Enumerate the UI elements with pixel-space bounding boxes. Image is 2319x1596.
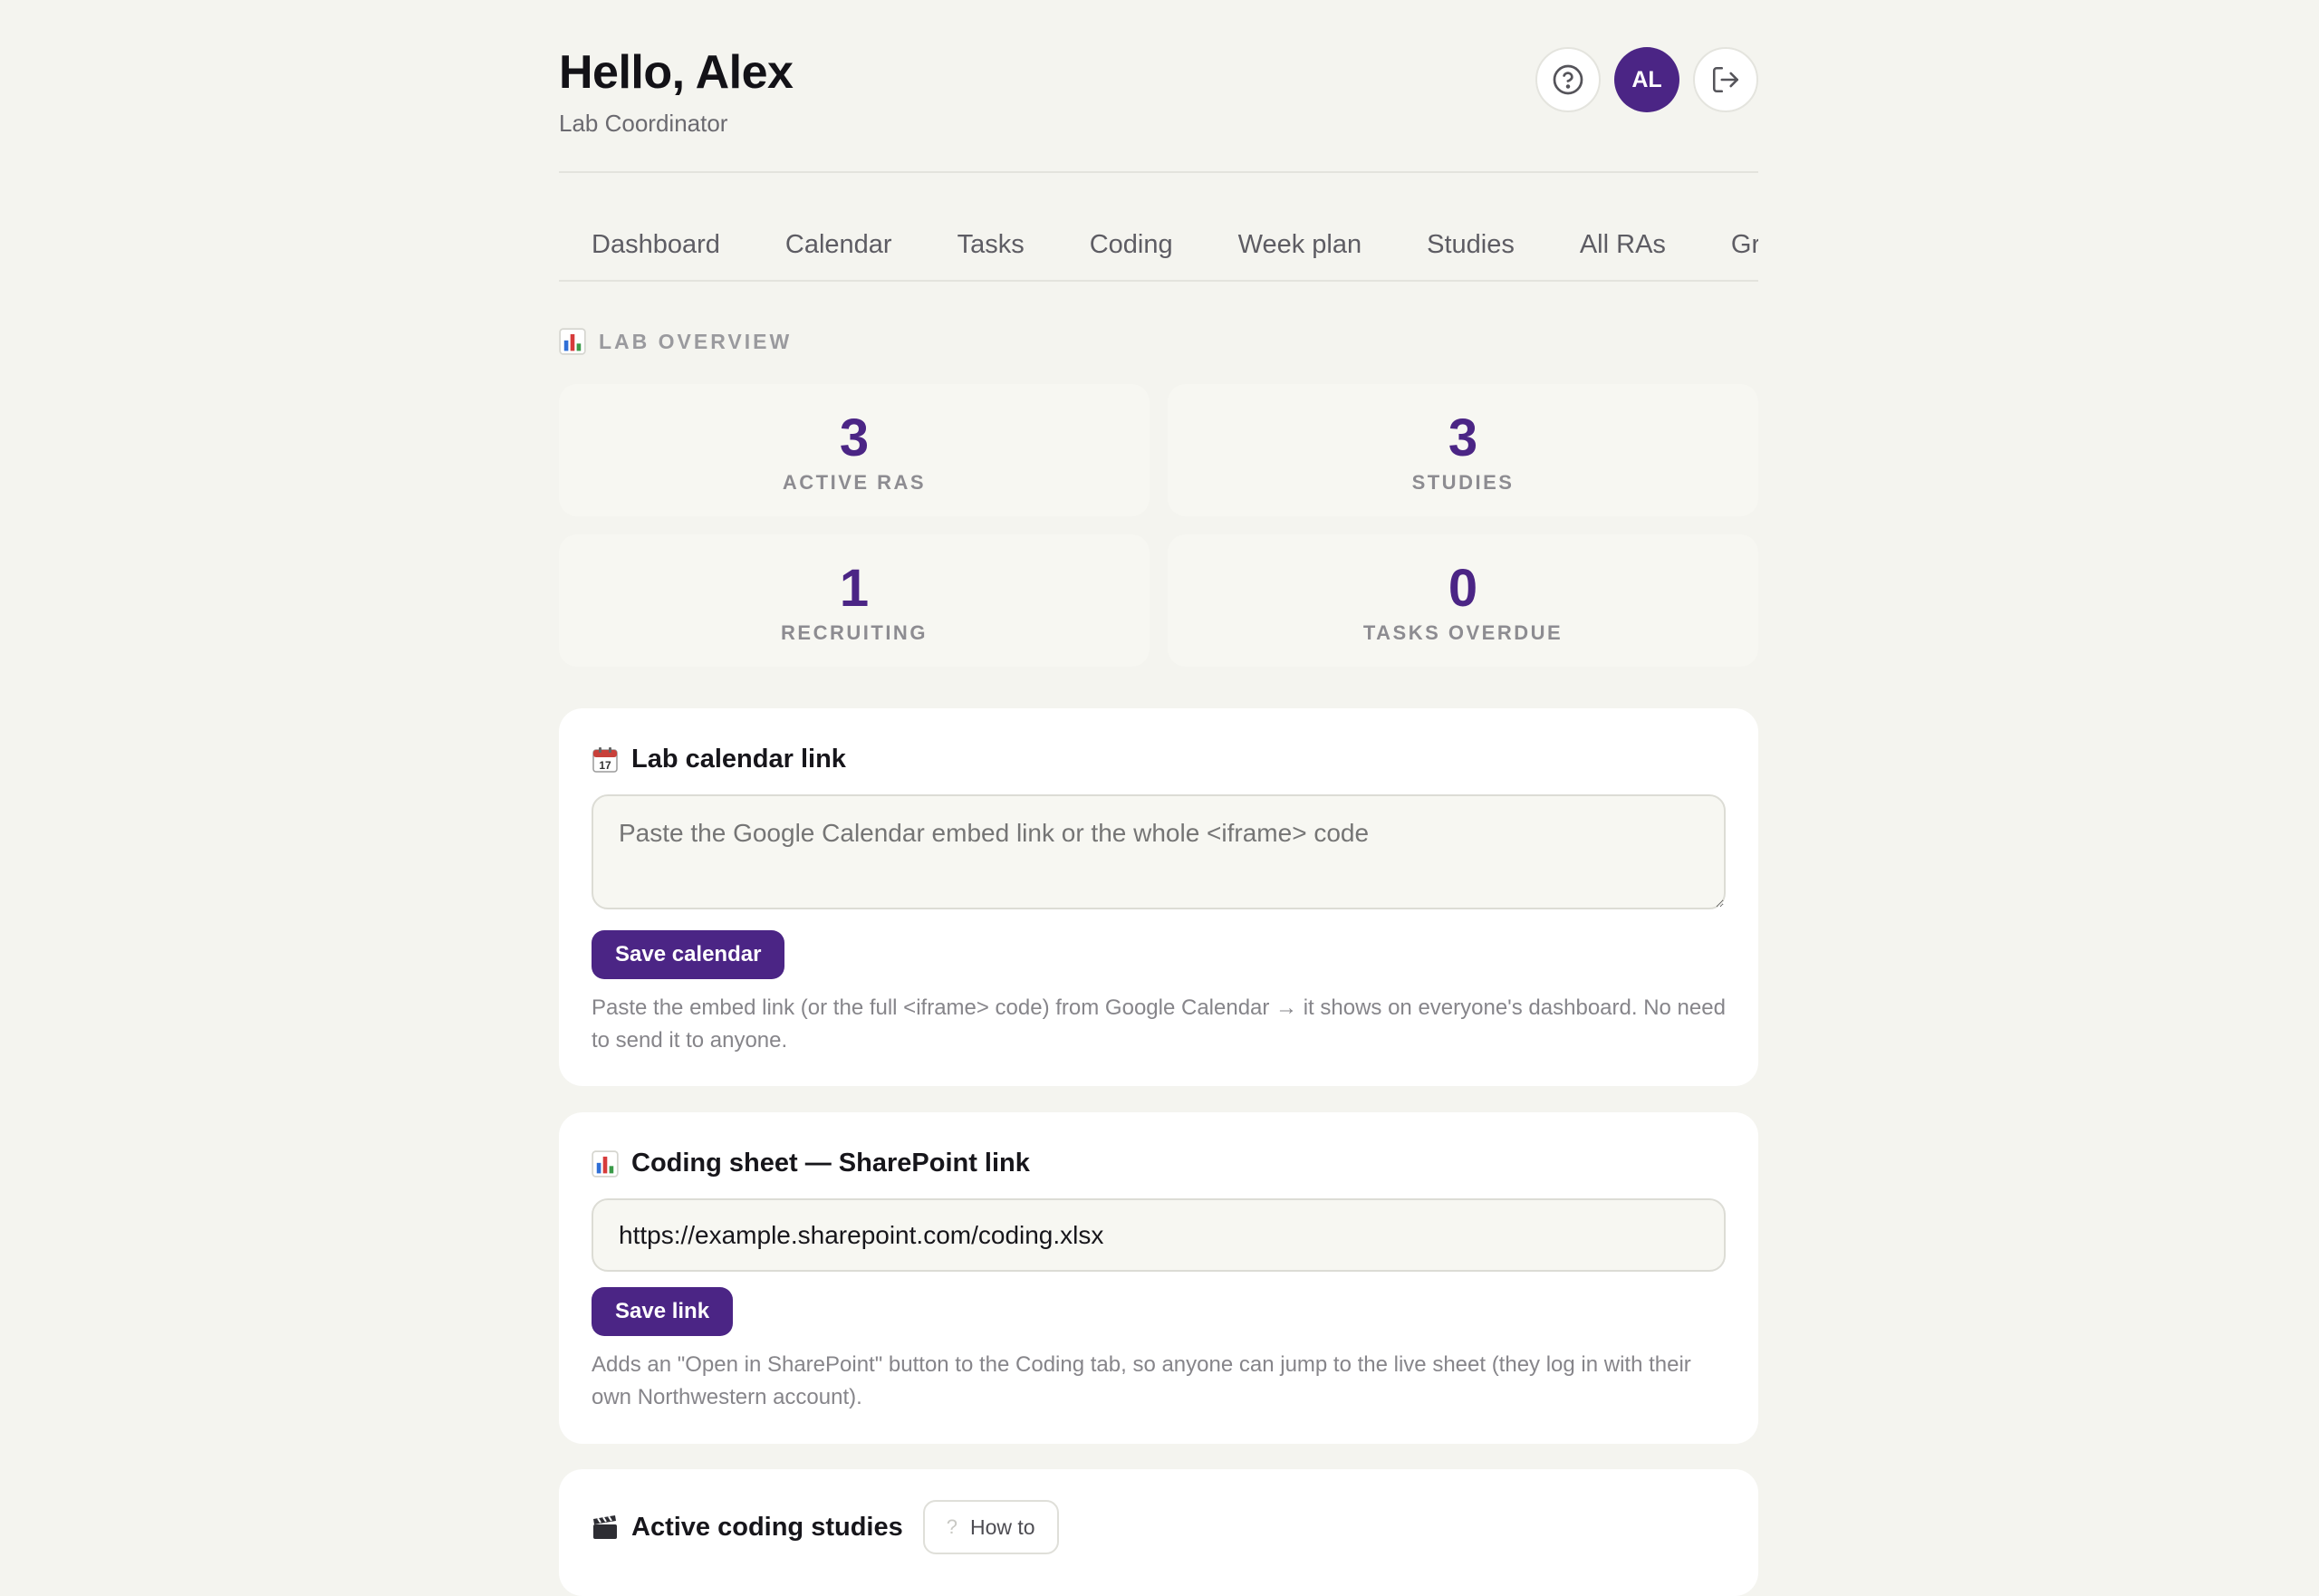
tab-calendar[interactable]: Calendar	[785, 230, 892, 260]
card-title: Active coding studies ? How to	[592, 1500, 1059, 1554]
stat-value: 3	[839, 409, 870, 467]
card-title-text: Lab calendar link	[631, 745, 846, 774]
how-to-button[interactable]: ? How to	[922, 1500, 1059, 1554]
help-button[interactable]	[1535, 47, 1601, 112]
bar-chart-icon	[559, 328, 586, 355]
stat-card-recruiting: 1 RECRUITING	[559, 534, 1150, 667]
header-actions: AL	[1535, 47, 1758, 112]
page: Hello, Alex Lab Coordinator AL Dashboard…	[559, 0, 1758, 1596]
logout-icon	[1712, 66, 1739, 93]
coding-sheet-card: Coding sheet — SharePoint link Save link…	[559, 1112, 1758, 1444]
tab-grants[interactable]: Gra	[1731, 230, 1758, 260]
clapper-board-icon	[593, 1515, 617, 1539]
stat-card-active-ras: 3 ACTIVE RAS	[559, 384, 1150, 516]
stat-card-studies: 3 STUDIES	[1168, 384, 1758, 516]
coding-help-text: Adds an "Open in SharePoint" button to t…	[592, 1352, 1691, 1409]
how-to-label: How to	[969, 1514, 1035, 1539]
help-circle-icon	[1553, 64, 1583, 95]
logout-button[interactable]	[1693, 47, 1758, 112]
bar-chart-icon	[592, 1149, 619, 1178]
user-role: Lab Coordinator	[559, 110, 728, 137]
stat-value: 0	[1448, 559, 1478, 618]
stat-value: 3	[1448, 409, 1478, 467]
lab-overview-heading: LAB OVERVIEW	[559, 328, 792, 355]
tab-all-ras[interactable]: All RAs	[1580, 230, 1666, 260]
card-title-text: Active coding studies	[631, 1512, 903, 1542]
card-title: Coding sheet — SharePoint link	[592, 1149, 1030, 1178]
stat-label: STUDIES	[1411, 471, 1515, 494]
active-coding-studies-card: Active coding studies ? How to	[559, 1469, 1758, 1596]
save-link-button[interactable]: Save link	[592, 1287, 734, 1336]
stat-label: ACTIVE RAS	[782, 471, 927, 494]
tab-week-plan[interactable]: Week plan	[1238, 230, 1362, 260]
sharepoint-link-input[interactable]	[592, 1198, 1726, 1272]
tab-studies[interactable]: Studies	[1427, 230, 1515, 260]
lab-overview-label: LAB OVERVIEW	[599, 329, 793, 353]
tab-dashboard[interactable]: Dashboard	[592, 230, 720, 260]
stat-card-tasks-overdue: 0 TASKS OVERDUE	[1168, 534, 1758, 667]
calendar-help-text: Paste the embed link (or the full <ifram…	[592, 995, 1726, 1053]
card-title: 17 Lab calendar link	[592, 745, 846, 774]
svg-text:17: 17	[599, 759, 611, 772]
header: Hello, Alex Lab Coordinator AL	[559, 0, 1758, 173]
stat-label: RECRUITING	[781, 621, 928, 644]
lab-calendar-card: 17 Lab calendar link Save calendar Paste…	[559, 708, 1758, 1086]
tab-coding[interactable]: Coding	[1090, 230, 1173, 260]
page-title: Hello, Alex	[559, 46, 794, 99]
tab-tasks[interactable]: Tasks	[957, 230, 1025, 260]
tab-bar: Dashboard Calendar Tasks Coding Week pla…	[559, 173, 1758, 282]
avatar[interactable]: AL	[1614, 47, 1679, 112]
save-calendar-button[interactable]: Save calendar	[592, 930, 785, 979]
card-title-text: Coding sheet — SharePoint link	[631, 1149, 1030, 1178]
stat-value: 1	[839, 559, 870, 618]
calendar-icon: 17	[592, 746, 618, 773]
stats-grid: 3 ACTIVE RAS 3 STUDIES 1 RECRUITING 0 TA…	[559, 384, 1758, 667]
question-mark-icon: ?	[946, 1515, 957, 1538]
stat-label: TASKS OVERDUE	[1362, 621, 1564, 644]
calendar-link-input[interactable]	[592, 794, 1726, 909]
